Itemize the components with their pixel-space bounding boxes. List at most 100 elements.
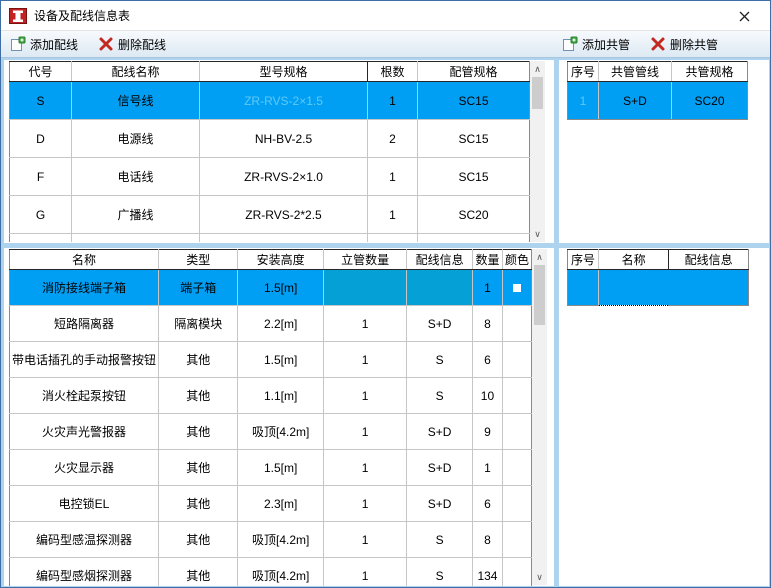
cell-type[interactable]: 其他 [158, 341, 239, 378]
add-wiring-button[interactable]: 添加配线 [7, 34, 81, 55]
cell-wiring[interactable]: S [406, 377, 473, 414]
cell-name[interactable]: 火灾声光警报器 [9, 413, 160, 450]
col-header-no[interactable]: 序号 [567, 61, 599, 82]
cell-height[interactable]: 2.3[m] [237, 485, 324, 522]
cell-code[interactable]: K [9, 233, 72, 242]
cell-type[interactable]: 其他 [158, 449, 239, 486]
cell-wiring[interactable]: S+D [406, 413, 473, 450]
cell-qty[interactable]: 134 [471, 557, 503, 586]
cell-height[interactable]: 吸顶[4.2m] [237, 521, 324, 558]
cell-risers[interactable]: 1 [322, 377, 408, 414]
table-row[interactable]: G 广播线 ZR-RVS-2*2.5 1 SC20 [9, 195, 530, 234]
col-header-risers[interactable]: 立管数量 [322, 249, 408, 270]
cell-height[interactable]: 吸顶[4.2m] [237, 557, 324, 586]
cell-height[interactable]: 1.5[m] [237, 341, 324, 378]
table-row[interactable]: 消火栓起泵按钮 其他 1.1[m] 1 S 10 [9, 377, 532, 414]
cell-type[interactable]: 其他 [158, 485, 239, 522]
cell-qty[interactable]: 1 [471, 269, 503, 306]
device-table-scrollbar[interactable]: ∧ ∨ [532, 249, 547, 585]
cell-height[interactable]: 1.5[m] [237, 449, 324, 486]
add-copipe-button[interactable]: 添加共管 [559, 34, 633, 55]
cell-pipe[interactable]: SC15 [417, 119, 530, 158]
col-header-code[interactable]: 代号 [9, 61, 72, 82]
col-header-wiring[interactable]: 配线信息 [406, 249, 473, 270]
table-row[interactable]: D 电源线 NH-BV-2.5 2 SC15 [9, 119, 530, 158]
cell-name-focused[interactable] [597, 269, 670, 306]
cell-type[interactable]: 其他 [158, 413, 239, 450]
cell-type[interactable]: 其他 [158, 557, 239, 586]
cell-model[interactable]: NH-BV-2.5 [199, 119, 368, 158]
cell-risers[interactable]: 1 [322, 413, 408, 450]
cell-model[interactable]: ZR-RVS-2×1.0 [199, 157, 368, 196]
cell-risers[interactable]: 1 [322, 485, 408, 522]
scrollbar-thumb[interactable] [532, 77, 543, 109]
cell-type[interactable]: 端子箱 [158, 269, 239, 306]
col-header-wiring[interactable]: 配线信息 [668, 249, 749, 270]
col-header-name[interactable]: 名称 [597, 249, 670, 270]
cell-name[interactable]: 编码型感温探测器 [9, 521, 160, 558]
cell-height[interactable]: 1.5[m] [237, 269, 324, 306]
col-header-name[interactable]: 配线名称 [71, 61, 200, 82]
cell-code[interactable]: D [9, 119, 72, 158]
cell-name[interactable]: 信号线 [71, 81, 200, 120]
col-header-spec[interactable]: 共管规格 [671, 61, 748, 82]
col-header-qty[interactable]: 数量 [471, 249, 503, 270]
cell-qty[interactable]: 8 [471, 305, 503, 342]
cell-qty[interactable]: 10 [471, 377, 503, 414]
cell-name[interactable]: 控制线 [71, 233, 200, 242]
cell-qty[interactable]: 9 [471, 413, 503, 450]
scrollbar-thumb[interactable] [534, 265, 545, 325]
cell-count[interactable]: 1 [367, 233, 418, 242]
cell-code[interactable]: S [9, 81, 72, 120]
cell-color[interactable] [501, 341, 532, 378]
cell-lines[interactable]: S+D [598, 81, 672, 120]
cell-count[interactable]: 1 [367, 81, 418, 120]
table-row[interactable]: 火灾声光警报器 其他 吸顶[4.2m] 1 S+D 9 [9, 413, 532, 450]
cell-pipe[interactable]: SC15 [417, 157, 530, 196]
col-header-pipe[interactable]: 配管规格 [417, 61, 530, 82]
table-row[interactable]: F 电话线 ZR-RVS-2×1.0 1 SC15 [9, 157, 530, 196]
table-row[interactable]: 短路隔离器 隔离模块 2.2[m] 1 S+D 8 [9, 305, 532, 342]
cell-risers[interactable]: 1 [322, 521, 408, 558]
cell-qty[interactable]: 6 [471, 341, 503, 378]
cell-no[interactable]: 1 [567, 81, 599, 120]
cell-risers[interactable]: 1 [322, 341, 408, 378]
cell-type[interactable]: 其他 [158, 521, 239, 558]
cell-qty[interactable]: 1 [471, 449, 503, 486]
cell-name[interactable]: 短路隔离器 [9, 305, 160, 342]
table-row[interactable]: 1 S+D SC20 [567, 81, 748, 120]
col-header-type[interactable]: 类型 [158, 249, 239, 270]
wiring-table-scrollbar[interactable]: ∧ ∨ [530, 61, 545, 242]
col-header-lines[interactable]: 共管管线 [598, 61, 672, 82]
cell-risers[interactable]: 1 [322, 557, 408, 586]
col-header-model[interactable]: 型号规格 [199, 61, 368, 82]
col-header-no[interactable]: 序号 [567, 249, 599, 270]
cell-risers[interactable]: 1 [322, 305, 408, 342]
col-header-height[interactable]: 安装高度 [237, 249, 324, 270]
cell-risers[interactable]: 1 [322, 449, 408, 486]
cell-height[interactable]: 2.2[m] [237, 305, 324, 342]
col-header-name[interactable]: 名称 [9, 249, 160, 270]
cell-qty[interactable]: 8 [471, 521, 503, 558]
scrollbar-up-icon[interactable]: ∧ [532, 249, 547, 265]
cell-code[interactable]: G [9, 195, 72, 234]
cell-no[interactable] [567, 269, 599, 306]
cell-model[interactable]: ZR-RVS-2×1.5 [199, 81, 368, 120]
cell-risers[interactable] [322, 269, 408, 306]
cell-name[interactable]: 电控锁EL [9, 485, 160, 522]
cell-qty[interactable]: 6 [471, 485, 503, 522]
cell-count[interactable]: 1 [367, 195, 418, 234]
cell-wiring[interactable]: S+D [406, 305, 473, 342]
cell-wiring[interactable]: S+D [406, 449, 473, 486]
cell-spec[interactable]: SC20 [671, 81, 748, 120]
cell-height[interactable]: 吸顶[4.2m] [237, 413, 324, 450]
cell-name[interactable]: 消火栓起泵按钮 [9, 377, 160, 414]
color-swatch[interactable] [512, 284, 521, 293]
table-row[interactable] [567, 269, 749, 306]
table-row[interactable]: S 信号线 ZR-RVS-2×1.5 1 SC15 [9, 81, 530, 120]
cell-wiring[interactable]: S+D [406, 485, 473, 522]
cell-color[interactable] [501, 485, 532, 522]
cell-pipe[interactable]: SC20 [417, 195, 530, 234]
col-header-color[interactable]: 颜色 [501, 249, 532, 270]
cell-height[interactable]: 1.1[m] [237, 377, 324, 414]
